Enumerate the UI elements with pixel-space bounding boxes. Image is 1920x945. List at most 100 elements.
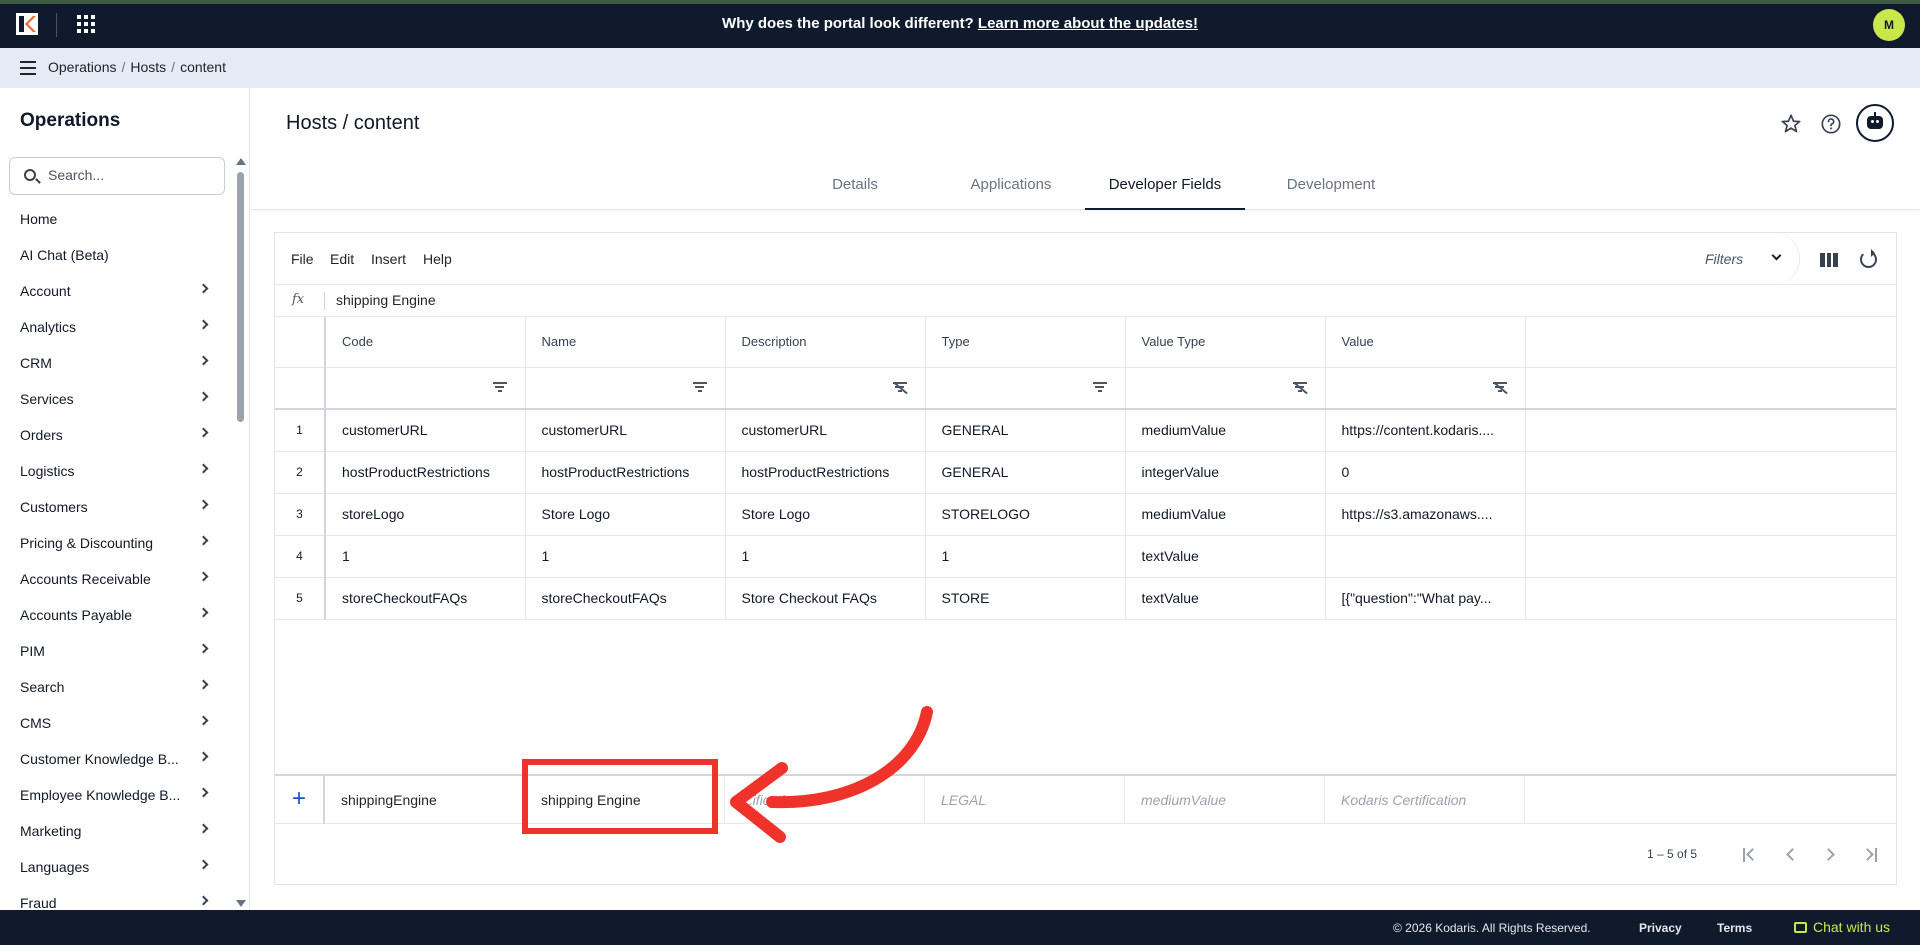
new-row-value[interactable]: Kodaris Certification [1325,776,1525,824]
filter-type[interactable] [925,367,1126,410]
sidebar-item-fraud[interactable]: Fraud [0,893,230,910]
cell-value[interactable]: https://content.kodaris.... [1325,409,1526,452]
new-row-type[interactable]: LEGAL [925,776,1125,824]
breadcrumb-hosts[interactable]: Hosts [130,59,166,75]
banner-learn-more-link[interactable]: Learn more about the updates! [978,15,1198,32]
filters-dropdown[interactable]: Filters [1685,233,1800,284]
sidebar-item-analytics[interactable]: Analytics [0,317,230,353]
next-page-icon[interactable] [1821,845,1841,865]
chat-with-us-button[interactable]: Chat with us [1794,919,1890,935]
menu-edit[interactable]: Edit [330,251,354,267]
cell-code[interactable]: storeCheckoutFAQs [325,577,526,620]
cell-code[interactable]: 1 [325,535,526,578]
cell-name[interactable]: 1 [525,535,726,578]
ai-assistant-bot-icon[interactable] [1856,104,1894,142]
columns-icon[interactable] [1820,253,1839,267]
sidebar-item-employee-knowledge-b[interactable]: Employee Knowledge B... [0,785,230,821]
cell-type[interactable]: GENERAL [925,409,1126,452]
tab-applications[interactable]: Applications [941,176,1081,210]
cell-value-type[interactable]: textValue [1125,535,1326,578]
footer-privacy-link[interactable]: Privacy [1639,921,1682,935]
filter-code[interactable] [325,367,526,410]
cell-description[interactable]: Store Logo [725,493,926,536]
sidebar-item-accounts-payable[interactable]: Accounts Payable [0,605,230,641]
previous-page-icon[interactable] [1781,845,1801,865]
cell-description[interactable]: hostProductRestrictions [725,451,926,494]
filter-off-icon[interactable] [892,381,907,394]
breadcrumb-operations[interactable]: Operations [48,59,116,75]
help-icon[interactable] [1820,113,1842,135]
filter-off-icon[interactable] [1492,381,1507,394]
first-page-icon[interactable] [1740,845,1760,865]
cell-value-type[interactable]: mediumValue [1125,409,1326,452]
sidebar-item-pricing-discounting[interactable]: Pricing & Discounting [0,533,230,569]
cell-type[interactable]: STORE [925,577,1126,620]
cell-description[interactable]: customerURL [725,409,926,452]
table-row[interactable]: 2 hostProductRestrictions hostProductRestr… [275,451,1896,494]
hamburger-menu-icon[interactable] [20,61,36,75]
filter-value[interactable] [1325,367,1526,410]
sidebar-item-customer-knowledge-b[interactable]: Customer Knowledge B... [0,749,230,785]
tab-developer-fields[interactable]: Developer Fields [1085,176,1245,210]
last-page-icon[interactable] [1861,845,1881,865]
filter-icon[interactable] [1092,381,1107,394]
formula-input[interactable]: shipping Engine [336,292,436,308]
cell-code[interactable]: hostProductRestrictions [325,451,526,494]
filter-icon[interactable] [492,381,507,394]
menu-file[interactable]: File [291,251,314,267]
sidebar-search-input[interactable] [48,167,218,183]
cell-value[interactable]: [{"question":"What pay... [1325,577,1526,620]
cell-description[interactable]: Store Checkout FAQs [725,577,926,620]
cell-value[interactable] [1325,535,1526,578]
menu-help[interactable]: Help [423,251,452,267]
cell-type[interactable]: 1 [925,535,1126,578]
new-row-code[interactable]: shippingEngine [325,776,525,824]
sidebar-item-marketing[interactable]: Marketing [0,821,230,857]
cell-code[interactable]: storeLogo [325,493,526,536]
table-row[interactable]: 5 storeCheckoutFAQs storeCheckoutFAQs Store… [275,577,1896,620]
filter-name[interactable] [525,367,726,410]
footer-terms-link[interactable]: Terms [1717,921,1752,935]
sidebar-item-logistics[interactable]: Logistics [0,461,230,497]
column-header-value[interactable]: Value [1325,317,1526,368]
cell-name[interactable]: customerURL [525,409,726,452]
new-row-value-type[interactable]: mediumValue [1125,776,1325,824]
add-row-plus-icon[interactable]: + [275,776,325,824]
filter-description[interactable] [725,367,926,410]
scroll-down-arrow-icon[interactable] [236,900,246,907]
sidebar-item-account[interactable]: Account [0,281,230,317]
sidebar-item-pim[interactable]: PIM [0,641,230,677]
cell-description[interactable]: 1 [725,535,926,578]
table-row[interactable]: 1 customerURL customerURL customerURL GENERA… [275,409,1896,452]
cell-type[interactable]: STORELOGO [925,493,1126,536]
cell-name[interactable]: storeCheckoutFAQs [525,577,726,620]
sidebar-item-services[interactable]: Services [0,389,230,425]
sidebar-item-crm[interactable]: CRM [0,353,230,389]
scroll-up-arrow-icon[interactable] [236,158,246,165]
cell-code[interactable]: customerURL [325,409,526,452]
cell-value[interactable]: https://s3.amazonaws.... [1325,493,1526,536]
star-icon[interactable] [1780,113,1802,135]
column-header-code[interactable]: Code [325,317,526,368]
cell-value-type[interactable]: textValue [1125,577,1326,620]
tab-development[interactable]: Development [1251,176,1411,210]
sidebar-item-accounts-receivable[interactable]: Accounts Receivable [0,569,230,605]
cell-value-type[interactable]: mediumValue [1125,493,1326,536]
table-row[interactable]: 3 storeLogo Store Logo Store Logo STORELOGO m… [275,493,1896,536]
filter-value-type[interactable] [1125,367,1326,410]
sidebar-scrollbar[interactable] [237,172,244,422]
cell-name[interactable]: Store Logo [525,493,726,536]
refresh-icon[interactable] [1860,249,1877,268]
column-header-type[interactable]: Type [925,317,1126,368]
sidebar-item-cms[interactable]: CMS [0,713,230,749]
sidebar-item-home[interactable]: Home [0,209,230,245]
cell-value[interactable]: 0 [1325,451,1526,494]
sidebar-item-ai-chat-beta[interactable]: AI Chat (Beta) [0,245,230,281]
filter-off-icon[interactable] [1292,381,1307,394]
sidebar-search[interactable] [9,157,225,195]
sidebar-item-search[interactable]: Search [0,677,230,713]
column-header-description[interactable]: Description [725,317,926,368]
column-header-value-type[interactable]: Value Type [1125,317,1326,368]
cell-type[interactable]: GENERAL [925,451,1126,494]
sidebar-item-languages[interactable]: Languages [0,857,230,893]
